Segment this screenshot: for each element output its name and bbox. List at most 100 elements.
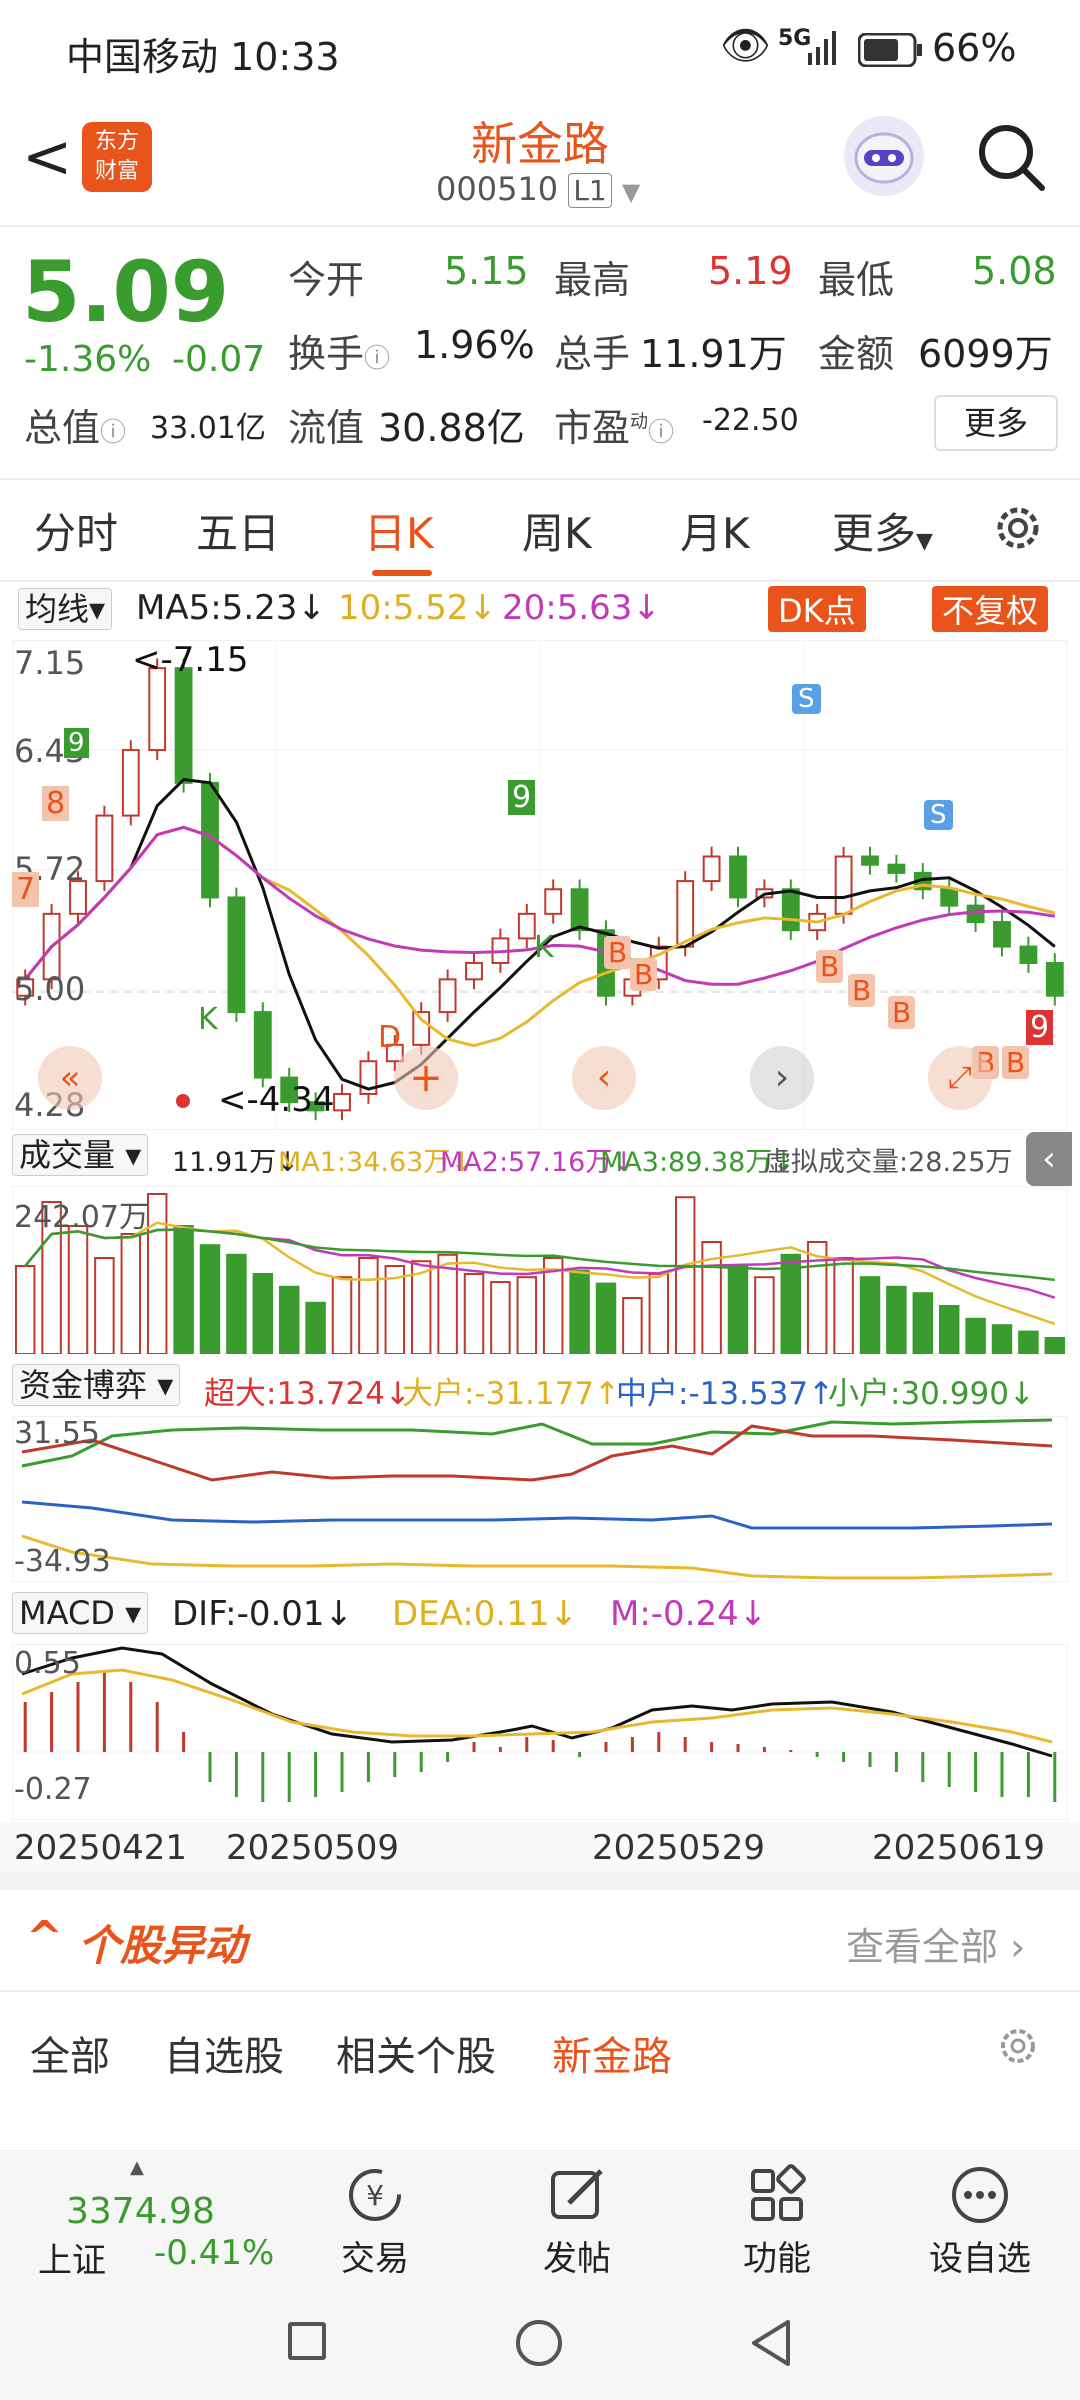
candle-body (834, 855, 853, 915)
k-marker: K (534, 930, 554, 965)
volume-bar (648, 1273, 670, 1354)
volume-y-top: 242.07万 (14, 1200, 149, 1235)
candle-body (940, 888, 959, 907)
candle-body (861, 855, 879, 866)
dk-point-button[interactable]: DK点 (768, 586, 866, 632)
movement-tabs: 全部 自选股 相关个股 新金路 (0, 1994, 1080, 2104)
candle-body (729, 855, 747, 899)
pe-sup: 动 (630, 411, 649, 433)
functions-button[interactable]: 功能 (732, 2163, 822, 2280)
volume-bar (622, 1297, 643, 1354)
kline-chart[interactable]: 7.15 6.43 5.72 5.00 4.28 <-7.15 <-4.34 9… (12, 640, 1068, 1130)
recent-apps-icon[interactable] (288, 2322, 326, 2360)
date-label: 20250509 (226, 1828, 400, 1868)
tab-weekly-k[interactable]: 周K (522, 500, 592, 561)
index-value[interactable]: 3374.98 (66, 2191, 215, 2232)
tab-daily-k[interactable]: 日K (364, 500, 434, 561)
macd-y-top: 0.55 (14, 1646, 81, 1681)
sell-signal-s: S (792, 684, 821, 714)
ma-selector[interactable]: 均线▾ (18, 588, 113, 630)
volume-selector[interactable]: 成交量 ▾ (12, 1134, 149, 1176)
tab-this-stock[interactable]: 新金路 (552, 2024, 672, 2082)
add-watchlist-button[interactable]: 设自选 (918, 2163, 1042, 2280)
more-button[interactable]: 更多 (934, 395, 1058, 451)
trade-button[interactable]: ¥ 交易 (330, 2163, 420, 2280)
volume-bar (1044, 1337, 1066, 1354)
back-nav-icon[interactable] (748, 2318, 792, 2372)
candle-body (993, 921, 1011, 948)
stock-code-row[interactable]: 000510 L1 ▼ (436, 170, 640, 208)
volume-bar (569, 1269, 590, 1354)
tab-monthly-k[interactable]: 月K (680, 500, 750, 561)
volume-chart: 242.07万 (12, 1186, 1068, 1354)
candle-body (1019, 945, 1038, 964)
svg-text:¥: ¥ (366, 2179, 384, 2212)
signal-marker: 9 (64, 728, 89, 758)
tab-intraday[interactable]: 分时 (34, 500, 118, 561)
volume-bar (67, 1225, 89, 1354)
tab-all[interactable]: 全部 (30, 2024, 110, 2082)
settings-gear-icon[interactable] (994, 2022, 1042, 2080)
volume-bar (490, 1281, 511, 1354)
expand-icon[interactable]: ⤢ (928, 1046, 992, 1110)
view-all-label: 查看全部 (846, 1925, 999, 1969)
ma20-value: 20:5.63↓ (502, 588, 661, 628)
prev-button[interactable]: ‹ (572, 1046, 636, 1110)
date-axis: 20250421 20250509 20250529 20250619 (0, 1822, 1080, 1872)
next-button[interactable]: › (750, 1046, 814, 1110)
tab-more[interactable]: 更多▼ (832, 500, 933, 561)
virtual-volume: 虚拟成交量:28.25万 (764, 1147, 1013, 1178)
add-watchlist-label: 设自选 (929, 2239, 1031, 2279)
collapse-panel-button[interactable]: ‹ (1026, 1132, 1072, 1186)
volume-bar (146, 1193, 168, 1354)
zoom-in-button[interactable]: + (394, 1046, 458, 1110)
chevron-up-icon[interactable]: ^ (26, 1912, 63, 1963)
info-icon: ⓘ (648, 418, 675, 448)
view-all-link[interactable]: 查看全部 › (846, 1916, 1025, 1971)
candle-body (702, 855, 721, 883)
candle-body (781, 888, 800, 932)
fund-legend-bar: 资金博弈 ▾ 超大:13.724↓ 大户:-31.177↑ 中户:-13.537… (0, 1362, 1080, 1412)
low-value: 5.08 (972, 249, 1057, 293)
macd-selector[interactable]: MACD ▾ (12, 1592, 149, 1634)
amount-value: 6099万 (918, 332, 1053, 376)
caret-down-icon: ▼ (916, 529, 933, 554)
low-marker (176, 1094, 190, 1108)
tab-watchlist[interactable]: 自选股 (164, 2024, 284, 2082)
volume-bar (727, 1265, 749, 1354)
high-label: 最高 (554, 258, 631, 302)
signal-icon: 5G (778, 26, 812, 51)
low-label: 最低 (818, 258, 895, 302)
chevron-right-icon: › (1010, 1925, 1026, 1969)
post-button[interactable]: 发帖 (532, 2163, 622, 2280)
candle-body (1045, 961, 1064, 997)
volume-bar (859, 1276, 881, 1354)
volume-legend-bar: 成交量 ▾ 11.91万↓ MA1:34.63万↓ MA2:57.16万↓ MA… (0, 1132, 1080, 1186)
eye-icon: 👁 (720, 23, 771, 69)
fund-selector[interactable]: 资金博弈 ▾ (12, 1364, 181, 1406)
level-badge: L1 (568, 173, 612, 208)
settings-gear-icon[interactable] (990, 500, 1046, 560)
mid-holder-value: 中户:-13.537↑ (616, 1376, 835, 1412)
candle-body (148, 667, 167, 752)
info-icon: ⓘ (364, 344, 391, 374)
robot-assistant-icon[interactable] (844, 116, 924, 196)
edit-icon (551, 2169, 603, 2219)
scroll-left-fast-button[interactable]: « (38, 1046, 102, 1110)
tab-related[interactable]: 相关个股 (336, 2024, 496, 2082)
volume-bar (886, 1285, 907, 1354)
candle-body (95, 814, 114, 883)
candle-body (465, 961, 483, 981)
fund-y-top: 31.55 (14, 1416, 100, 1451)
y-axis-top: 7.15 (14, 644, 86, 682)
battery-icon (857, 32, 924, 76)
tab-five-day[interactable]: 五日 (196, 500, 280, 561)
active-tab-indicator (372, 570, 432, 576)
no-adjust-button[interactable]: 不复权 (932, 586, 1049, 632)
change-percent: -1.36% (24, 339, 152, 380)
battery-level: 66% (932, 26, 1017, 70)
search-icon[interactable] (976, 122, 1048, 198)
home-icon[interactable] (516, 2320, 562, 2366)
ma10-value: 10:5.52↓ (338, 588, 497, 628)
candle-body (570, 888, 589, 932)
